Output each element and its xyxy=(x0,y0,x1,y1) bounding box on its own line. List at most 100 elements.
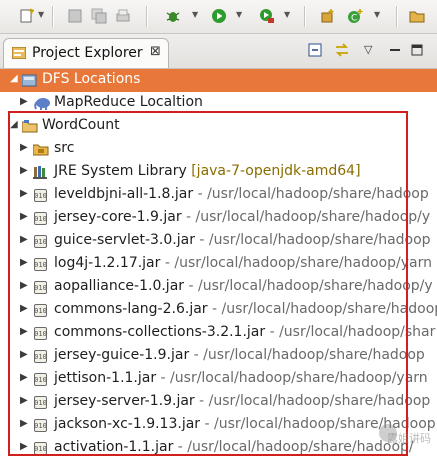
jar-path: - /usr/local/hadoop/share/hadoop/ xyxy=(173,439,414,455)
tree-row-label: JRE System Library [java-7-openjdk-amd64… xyxy=(54,163,361,179)
tree-row-jar[interactable]: ▶ 010 activation-1.1.jar - /usr/local/hado… xyxy=(0,437,437,458)
expanded-arrow-icon[interactable]: ◢ xyxy=(10,73,18,84)
collapsed-arrow-icon[interactable]: ▶ xyxy=(20,372,28,383)
tab-project-explorer[interactable]: Project Explorer ⊠ xyxy=(3,38,169,68)
jar-icon: 010 xyxy=(34,396,50,410)
tree-row-jre-library[interactable]: ▶ JRE System Library [java-7-openjdk-amd… xyxy=(0,161,437,184)
tree-row-label: jersey-core-1.9.jar - /usr/local/hadoop/… xyxy=(54,209,430,225)
jar-name: aopalliance-1.0.jar xyxy=(54,278,185,294)
collapsed-arrow-icon[interactable]: ▶ xyxy=(20,165,28,176)
jar-icon: 010 xyxy=(34,304,50,318)
jar-icon: 010 xyxy=(34,258,50,272)
jar-icon: 010 xyxy=(34,281,50,295)
debug-icon[interactable] xyxy=(164,7,182,25)
tree-row-jar[interactable]: ▶ 010 jersey-guice-1.9.jar - /usr/local/ha… xyxy=(0,345,437,368)
save-icon[interactable] xyxy=(66,7,84,25)
tree-row-label: activation-1.1.jar - /usr/local/hadoop/s… xyxy=(54,439,414,455)
tree-row-jar[interactable]: ▶ 010 commons-collections-3.2.1.jar - /usr… xyxy=(0,322,437,345)
tree-row-jar[interactable]: ▶ 010 jersey-core-1.9.jar - /usr/local/had… xyxy=(0,207,437,230)
tree-row-label: WordCount xyxy=(42,117,120,133)
tree-row-label: jersey-guice-1.9.jar - /usr/local/hadoop… xyxy=(54,347,425,363)
collapsed-arrow-icon[interactable]: ▶ xyxy=(20,326,28,337)
jar-name: jersey-guice-1.9.jar xyxy=(54,347,190,363)
library-runtime: [java-7-openjdk-amd64] xyxy=(191,163,361,179)
jar-path: - /usr/local/hadoop/shar xyxy=(265,324,436,340)
tree-row-label: jersey-server-1.9.jar - /usr/local/hadoo… xyxy=(54,393,430,409)
tree-row-label: DFS Locations xyxy=(42,71,141,87)
tree-row-jar[interactable]: ▶ 010 jettison-1.1.jar - /usr/local/hadoop… xyxy=(0,368,437,391)
print-icon[interactable] xyxy=(114,7,132,25)
new-java-package-icon[interactable] xyxy=(318,7,336,25)
tree-row-label: commons-collections-3.2.1.jar - /usr/loc… xyxy=(54,324,435,340)
link-with-editor-icon[interactable] xyxy=(334,43,350,61)
tree-row-dfs-locations[interactable]: ◢ DFS Locations xyxy=(0,69,437,92)
run-dropdown-icon[interactable]: ▼ xyxy=(236,10,242,19)
jar-icon: 010 xyxy=(34,350,50,364)
maximize-icon[interactable] xyxy=(410,43,424,61)
toolbar-separator xyxy=(304,6,306,27)
jar-name: commons-lang-2.6.jar xyxy=(54,301,208,317)
jar-path: - /usr/local/hadoop/share/hadoop/yarn xyxy=(156,370,428,386)
jar-path: - /usr/local/hadoop/share/hadoop/y xyxy=(184,278,433,294)
jar-path: - /usr/local/hadoop/share/hadoop xyxy=(193,186,429,202)
jar-name: jettison-1.1.jar xyxy=(54,370,157,386)
expanded-arrow-icon[interactable]: ◢ xyxy=(10,119,18,130)
jar-icon: 010 xyxy=(34,235,50,249)
tree-row-src[interactable]: ▶ src xyxy=(0,138,437,161)
tree-row-wordcount[interactable]: ◢ WordCount xyxy=(0,115,437,138)
collapsed-arrow-icon[interactable]: ▶ xyxy=(20,395,28,406)
project-explorer-icon xyxy=(11,46,27,60)
tree-row-jar[interactable]: ▶ 010 log4j-1.2.17.jar - /usr/local/hadoop… xyxy=(0,253,437,276)
tree-row-label: src xyxy=(54,140,75,156)
jar-name: log4j-1.2.17.jar xyxy=(54,255,161,271)
jar-icon: 010 xyxy=(34,373,50,387)
elephant-icon xyxy=(33,96,50,110)
jar-icon: 010 xyxy=(34,212,50,226)
save-all-icon[interactable] xyxy=(90,7,108,25)
collapsed-arrow-icon[interactable]: ▶ xyxy=(20,280,28,291)
jar-name: jackson-xc-1.9.13.jar xyxy=(54,416,201,432)
new-java-class-dropdown-icon[interactable]: ▼ xyxy=(374,10,380,19)
collapsed-arrow-icon[interactable]: ▶ xyxy=(20,96,28,107)
minimize-icon[interactable] xyxy=(388,43,402,61)
new-dropdown-icon[interactable]: ▼ xyxy=(38,10,44,19)
collapsed-arrow-icon[interactable]: ▶ xyxy=(20,303,28,314)
watermark-text: 露姐讲码 xyxy=(387,432,431,445)
collapsed-arrow-icon[interactable]: ▶ xyxy=(20,188,28,199)
project-folder-icon xyxy=(21,119,38,133)
new-icon[interactable] xyxy=(18,7,36,25)
tree-row-jar[interactable]: ▶ 010 guice-servlet-3.0.jar - /usr/local/h… xyxy=(0,230,437,253)
collapsed-arrow-icon[interactable]: ▶ xyxy=(20,418,28,429)
collapsed-arrow-icon[interactable]: ▶ xyxy=(20,441,28,452)
debug-dropdown-icon[interactable]: ▼ xyxy=(192,10,198,19)
collapsed-arrow-icon[interactable]: ▶ xyxy=(20,349,28,360)
dfs-icon xyxy=(21,73,38,87)
tree-row-jar[interactable]: ▶ 010 aopalliance-1.0.jar - /usr/local/had… xyxy=(0,276,437,299)
external-tools-icon[interactable] xyxy=(258,7,276,25)
jar-icon: 010 xyxy=(34,442,50,456)
collapsed-arrow-icon[interactable]: ▶ xyxy=(20,142,28,153)
tree-row-jar[interactable]: ▶ 010 commons-lang-2.6.jar - /usr/local/ha… xyxy=(0,299,437,322)
tree-row-label: MapReduce Localtion xyxy=(54,94,203,110)
collapse-all-icon[interactable] xyxy=(308,43,322,61)
library-icon xyxy=(33,165,49,179)
collapsed-arrow-icon[interactable]: ▶ xyxy=(20,211,28,222)
jar-path: - /usr/local/hadoop/share/hadoop/yarn xyxy=(160,255,432,271)
close-icon[interactable]: ⊠ xyxy=(150,44,161,59)
new-java-class-icon[interactable]: C xyxy=(346,7,364,25)
tree-row-mapreduce-location[interactable]: ▶ MapReduce Localtion xyxy=(0,92,437,115)
tree-row-jar[interactable]: ▶ 010 jersey-server-1.9.jar - /usr/local/h… xyxy=(0,391,437,414)
jar-path: - /usr/local/hadoop/share/hadoop xyxy=(207,301,437,317)
collapsed-arrow-icon[interactable]: ▶ xyxy=(20,234,28,245)
jar-name: guice-servlet-3.0.jar xyxy=(54,232,195,248)
tree-row-label: log4j-1.2.17.jar - /usr/local/hadoop/sha… xyxy=(54,255,432,271)
jar-icon: 010 xyxy=(34,327,50,341)
view-menu-icon[interactable]: ▽ xyxy=(364,43,372,56)
run-icon[interactable] xyxy=(210,7,228,25)
collapsed-arrow-icon[interactable]: ▶ xyxy=(20,257,28,268)
jar-name: activation-1.1.jar xyxy=(54,439,174,455)
tree-row-jar[interactable]: ▶ 010 leveldbjni-all-1.8.jar - /usr/local/… xyxy=(0,184,437,207)
tree-row-jar[interactable]: ▶ 010 jackson-xc-1.9.13.jar - /usr/local/h… xyxy=(0,414,437,437)
open-perspective-icon[interactable] xyxy=(408,7,426,25)
external-tools-dropdown-icon[interactable]: ▼ xyxy=(284,10,290,19)
